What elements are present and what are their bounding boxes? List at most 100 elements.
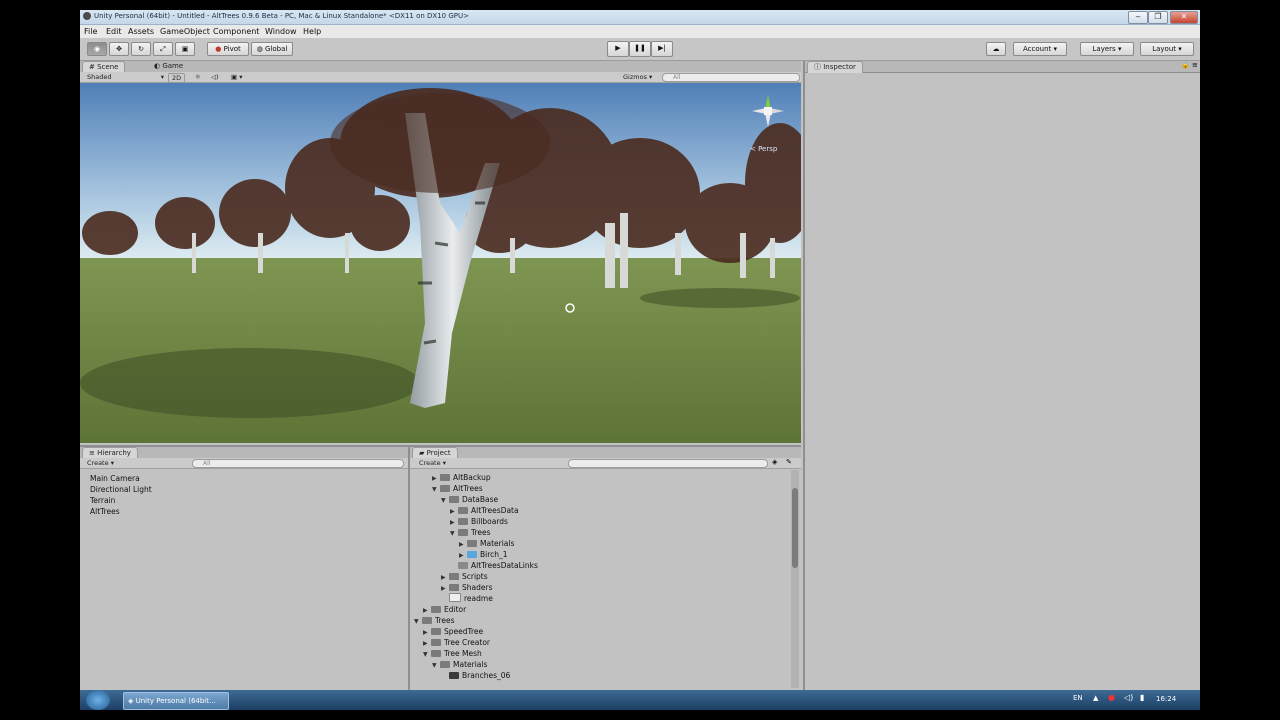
taskbar-unity-app[interactable]: ◈ Unity Personal (64bit... (123, 692, 229, 710)
project-item[interactable]: ▶ AltTreesData (414, 505, 786, 516)
layout-dropdown[interactable]: Layout ▾ (1140, 42, 1194, 56)
menu-assets[interactable]: Assets (128, 27, 154, 36)
project-item[interactable]: ▶ AltBackup (414, 472, 786, 483)
layers-dropdown[interactable]: Layers ▾ (1080, 42, 1134, 56)
hierarchy-item-terrain[interactable]: Terrain (90, 495, 152, 506)
panel-menu-icon[interactable]: ≡ (1192, 61, 1198, 69)
tray-expand-icon[interactable]: ▲ (1093, 694, 1098, 702)
orientation-gizmo[interactable] (748, 91, 788, 131)
scale-tool-button[interactable]: ⤢ (153, 42, 173, 56)
pivot-toggle[interactable]: ● Pivot (207, 42, 249, 56)
project-item[interactable]: ▶ Shaders (414, 582, 786, 593)
lock-icon[interactable]: 🔒 (1181, 61, 1190, 69)
menu-help[interactable]: Help (303, 27, 321, 36)
perspective-label[interactable]: < Persp (750, 145, 777, 153)
project-item[interactable]: ▶ Tree Creator (414, 637, 786, 648)
project-scrollbar[interactable] (791, 470, 799, 688)
hierarchy-item-main-camera[interactable]: Main Camera (90, 473, 152, 484)
move-tool-button[interactable]: ✥ (109, 42, 129, 56)
chevron-down-icon[interactable]: ▼ (432, 484, 440, 495)
project-item-label: Scripts (462, 572, 488, 581)
hierarchy-create-dropdown[interactable]: Create ▾ (84, 459, 117, 467)
tab-inspector[interactable]: ⓘ Inspector (807, 61, 863, 73)
chevron-down-icon[interactable]: ▼ (423, 649, 431, 660)
shading-dropdown[interactable]: Shaded ▾ (84, 73, 166, 81)
project-item[interactable]: ▶ Birch_1 (414, 549, 786, 560)
global-toggle[interactable]: ◍ Global (251, 42, 293, 56)
language-indicator[interactable]: EN (1073, 694, 1083, 702)
audio-toggle[interactable]: ◁) (208, 73, 222, 81)
cloud-icon: ☁ (992, 45, 1000, 53)
folder-icon (458, 507, 468, 514)
scene-search-input[interactable]: All (662, 73, 800, 82)
maximize-button[interactable]: ❐ (1148, 11, 1168, 24)
project-item[interactable]: ▼ Trees (414, 527, 786, 538)
start-button[interactable] (86, 690, 110, 710)
menu-window[interactable]: Window (265, 27, 297, 36)
filter-type-icon[interactable]: ◈ (772, 458, 777, 466)
hierarchy-create-label: Create (87, 459, 109, 467)
rect-tool-button[interactable]: ▣ (175, 42, 195, 56)
step-button[interactable]: ▶| (651, 41, 673, 57)
project-item[interactable]: ▶ Billboards (414, 516, 786, 527)
play-button[interactable]: ▶ (607, 41, 629, 57)
layers-label: Layers (1092, 45, 1116, 53)
rotate-tool-button[interactable]: ↻ (131, 42, 151, 56)
project-search-input[interactable] (568, 459, 768, 468)
cloud-button[interactable]: ☁ (986, 42, 1006, 56)
project-item[interactable]: ▶ Scripts (414, 571, 786, 582)
hierarchy-search-input[interactable]: All (192, 459, 404, 468)
project-item[interactable]: ▼ AltTrees (414, 483, 786, 494)
tab-game[interactable]: ◐ Game (148, 61, 189, 72)
project-item[interactable]: readme (414, 593, 786, 604)
clock[interactable]: 16:24 (1156, 695, 1176, 703)
project-item[interactable]: ▼ DataBase (414, 494, 786, 505)
network-icon[interactable]: ▮ (1140, 693, 1144, 702)
hand-tool-button[interactable]: ◉ (87, 42, 107, 56)
info-icon: ⓘ (814, 63, 821, 71)
project-item[interactable]: ▶ Materials (414, 538, 786, 549)
hierarchy-item-alttrees[interactable]: AltTrees (90, 506, 152, 517)
minimize-button[interactable]: ‒ (1128, 11, 1148, 24)
pause-button[interactable]: ❚❚ (629, 41, 651, 57)
project-item[interactable]: ▼ Tree Mesh (414, 648, 786, 659)
inspector-tabbar: ⓘ Inspector 🔒 ≡ (805, 61, 1200, 73)
mode-2d-toggle[interactable]: 2D (168, 73, 186, 83)
scene-viewport[interactable]: < Persp (80, 83, 801, 443)
menu-file[interactable]: File (84, 27, 97, 36)
folder-icon (467, 540, 477, 547)
project-create-dropdown[interactable]: Create ▾ (416, 459, 449, 467)
rotate-icon: ↻ (138, 45, 144, 53)
project-scroll-thumb[interactable] (792, 488, 798, 568)
project-item[interactable]: Branches_06 (414, 670, 786, 681)
gizmos-dropdown[interactable]: Gizmos ▾ (620, 73, 655, 81)
menu-component[interactable]: Component (213, 27, 259, 36)
hierarchy-item-directional-light[interactable]: Directional Light (90, 484, 152, 495)
project-item[interactable]: ▼ Materials (414, 659, 786, 670)
chevron-down-icon[interactable]: ▼ (414, 616, 422, 627)
menu-gameobject[interactable]: GameObject (160, 27, 210, 36)
chevron-down-icon: ▾ (649, 73, 653, 81)
account-dropdown[interactable]: Account ▾ (1013, 42, 1067, 56)
chevron-down-icon[interactable]: ▼ (450, 528, 458, 539)
project-item[interactable]: ▶ Editor (414, 604, 786, 615)
project-item[interactable]: AltTreesDataLinks (414, 560, 786, 571)
close-button[interactable]: ✕ (1170, 11, 1198, 24)
project-item[interactable]: ▶ SpeedTree (414, 626, 786, 637)
text-icon (449, 593, 461, 602)
project-item-label: Tree Mesh (444, 649, 482, 658)
project-item[interactable]: ▼ Trees (414, 615, 786, 626)
project-item-label: Shaders (462, 583, 493, 592)
project-item-label: AltTreesDataLinks (471, 561, 538, 570)
filter-label-icon[interactable]: ✎ (786, 458, 792, 466)
chevron-down-icon[interactable]: ▼ (432, 660, 440, 671)
volume-icon[interactable]: ◁) (1124, 693, 1133, 702)
effects-dropdown[interactable]: ▣ ▾ (228, 73, 246, 81)
unity-logo-icon (83, 12, 91, 20)
chevron-down-icon[interactable]: ▼ (441, 495, 449, 506)
folder-icon (449, 496, 459, 503)
folder-icon (449, 573, 459, 580)
menu-edit[interactable]: Edit (106, 27, 122, 36)
antivirus-tray-icon[interactable]: ● (1108, 693, 1115, 702)
lighting-toggle[interactable]: ☼ (192, 73, 204, 81)
